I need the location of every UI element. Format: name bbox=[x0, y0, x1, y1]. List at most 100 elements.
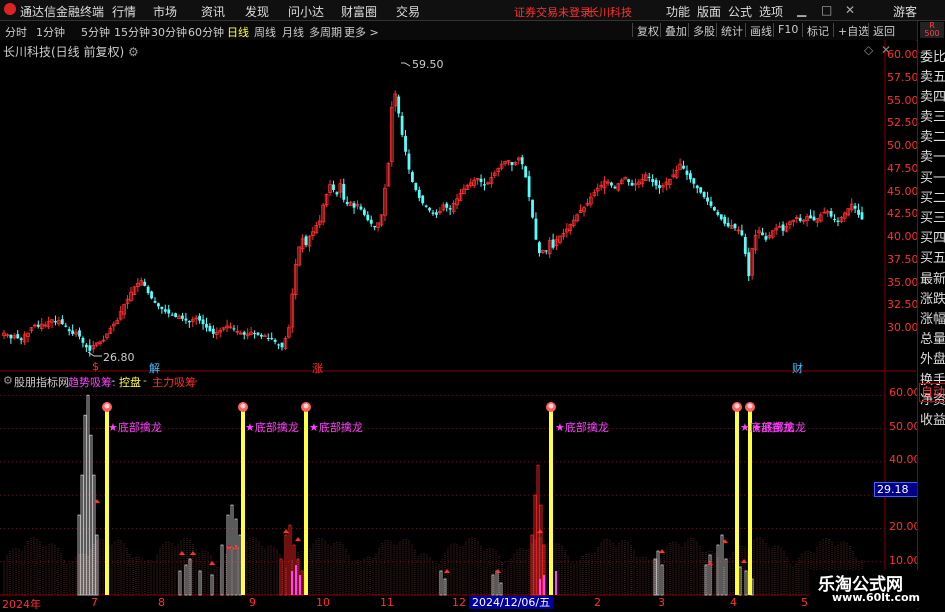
candle-body-down bbox=[397, 96, 401, 114]
candle-body-down bbox=[544, 250, 548, 252]
candle-body-down bbox=[253, 332, 256, 334]
signal-label: ★底部擒龙 bbox=[555, 421, 609, 434]
magenta-bar bbox=[555, 571, 557, 595]
kline-chart[interactable] bbox=[0, 0, 945, 609]
candle-body-down bbox=[699, 187, 703, 193]
current-value-box: 29.18 bbox=[874, 482, 918, 497]
candle-body-down bbox=[60, 319, 64, 325]
candle-body-down bbox=[64, 325, 68, 327]
candle-body-down bbox=[160, 306, 164, 310]
candle-body-down bbox=[187, 320, 191, 323]
sidebar-item-volume[interactable]: 总量 bbox=[920, 328, 945, 347]
cursor-date-box: 2024/12/06/五 bbox=[469, 596, 554, 609]
candle-body-down bbox=[647, 176, 651, 178]
candle-body-down bbox=[716, 212, 720, 215]
sidebar-item-latest[interactable]: 最新 bbox=[920, 268, 945, 287]
candle-body-down bbox=[833, 219, 836, 221]
sidebar-item-sell5[interactable]: 卖五 bbox=[920, 66, 945, 85]
y-tick: 50.00 bbox=[887, 139, 919, 152]
date-label: 2024年 bbox=[2, 598, 41, 611]
settings-gear-icon[interactable]: ⚙ bbox=[128, 45, 139, 59]
candle-body-down bbox=[84, 344, 88, 348]
candle-body-down bbox=[277, 344, 280, 346]
signal-label: ★底部擒龙 bbox=[245, 421, 299, 434]
candle-body-down bbox=[153, 301, 157, 303]
sidebar-item-buy5[interactable]: 买五 bbox=[920, 247, 945, 266]
high-price-label: 59.50 bbox=[412, 58, 444, 71]
candle-body-down bbox=[335, 192, 339, 195]
candle-body-down bbox=[658, 185, 661, 189]
candle-body-down bbox=[256, 332, 260, 335]
sidebar-item-eps[interactable]: 收益 bbox=[920, 409, 945, 428]
candle-body-down bbox=[520, 157, 524, 165]
sidebar-badge[interactable]: R 500 bbox=[920, 22, 944, 38]
signal-bar bbox=[748, 407, 752, 595]
candle-body-down bbox=[613, 186, 617, 189]
date-label: 11 bbox=[380, 596, 394, 609]
candle-body-down bbox=[342, 183, 346, 200]
candle-body-down bbox=[88, 345, 92, 351]
finance-marker[interactable]: 财 bbox=[792, 360, 803, 376]
surge-marker[interactable]: 涨 bbox=[312, 360, 323, 376]
sidebar-item-buy4[interactable]: 买四 bbox=[920, 227, 945, 246]
ind-y-tick: 20.00 bbox=[889, 520, 921, 533]
candle-body-down bbox=[761, 232, 764, 236]
signal-bar bbox=[304, 407, 308, 595]
legend-control: 控盘 bbox=[119, 376, 141, 389]
sidebar-item-change[interactable]: 涨跌 bbox=[920, 288, 945, 307]
candle-body-down bbox=[16, 334, 20, 339]
candle-body-down bbox=[366, 214, 370, 221]
legend-separator: - bbox=[194, 374, 198, 387]
candle-body-down bbox=[537, 242, 541, 254]
legend-separator: - bbox=[111, 374, 115, 387]
candle-body-down bbox=[146, 286, 150, 294]
chart-background bbox=[0, 40, 916, 609]
sidebar-item-buy2[interactable]: 买二 bbox=[920, 187, 945, 206]
sidebar-item-sell3[interactable]: 卖三 bbox=[920, 106, 945, 125]
auto-button[interactable]: 自动 bbox=[919, 383, 945, 402]
candle-body-down bbox=[270, 338, 274, 340]
signal-label: ★底部擒龙 bbox=[108, 421, 162, 434]
candle-body-down bbox=[352, 203, 356, 208]
date-label: 5 bbox=[801, 596, 808, 609]
sidebar-item-sell1[interactable]: 卖一 bbox=[920, 146, 945, 165]
sidebar-item-sell4[interactable]: 卖四 bbox=[920, 86, 945, 105]
indicator-gear-icon[interactable]: ⚙ bbox=[3, 374, 13, 387]
candle-body-down bbox=[280, 342, 284, 348]
sidebar-item-sell2[interactable]: 卖二 bbox=[920, 126, 945, 145]
sidebar-item-change-pct[interactable]: 涨幅 bbox=[920, 308, 945, 327]
candle-body-down bbox=[853, 205, 857, 209]
candle-body-down bbox=[9, 334, 13, 339]
legend-trend-accum: 趋势吸筹: bbox=[68, 376, 116, 389]
candle-body-down bbox=[411, 172, 414, 182]
sidebar-item-buy1[interactable]: 买一 bbox=[920, 167, 945, 186]
sidebar-item-weibi[interactable]: 委比 bbox=[920, 46, 945, 65]
date-label: 3 bbox=[658, 596, 665, 609]
indicator-name: 股朋指标网 bbox=[14, 376, 69, 389]
candle-body-down bbox=[198, 315, 202, 321]
candle-body-down bbox=[510, 162, 514, 166]
y-tick: 40.00 bbox=[887, 230, 919, 243]
y-tick: 32.50 bbox=[887, 298, 919, 311]
candle-body-down bbox=[483, 184, 486, 186]
y-tick: 57.50 bbox=[887, 71, 919, 84]
candle-body-down bbox=[709, 201, 713, 206]
expand-icon[interactable]: ◇ bbox=[864, 43, 873, 57]
ind-y-tick: 40.00 bbox=[889, 453, 921, 466]
candle-body-down bbox=[266, 338, 270, 340]
candle-body-down bbox=[421, 195, 425, 204]
candle-body-down bbox=[78, 330, 81, 337]
candle-body-down bbox=[273, 339, 277, 342]
sidebar-item-buy3[interactable]: 买三 bbox=[920, 207, 945, 226]
price-panel-title: 长川科技(日线 前复权) ⚙ bbox=[3, 43, 139, 60]
dividend-marker[interactable]: $ bbox=[92, 360, 99, 373]
candle-body-down bbox=[692, 178, 696, 184]
signal-gem-highlight bbox=[734, 403, 740, 409]
candle-body-down bbox=[740, 230, 744, 236]
candle-body-down bbox=[798, 217, 802, 222]
sidebar-item-outer-vol[interactable]: 外盘 bbox=[920, 348, 945, 367]
ind-y-tick: 60.00 bbox=[889, 386, 921, 399]
signal-bar bbox=[735, 407, 739, 595]
candle-body-down bbox=[747, 252, 751, 277]
candle-body-down bbox=[651, 179, 655, 182]
